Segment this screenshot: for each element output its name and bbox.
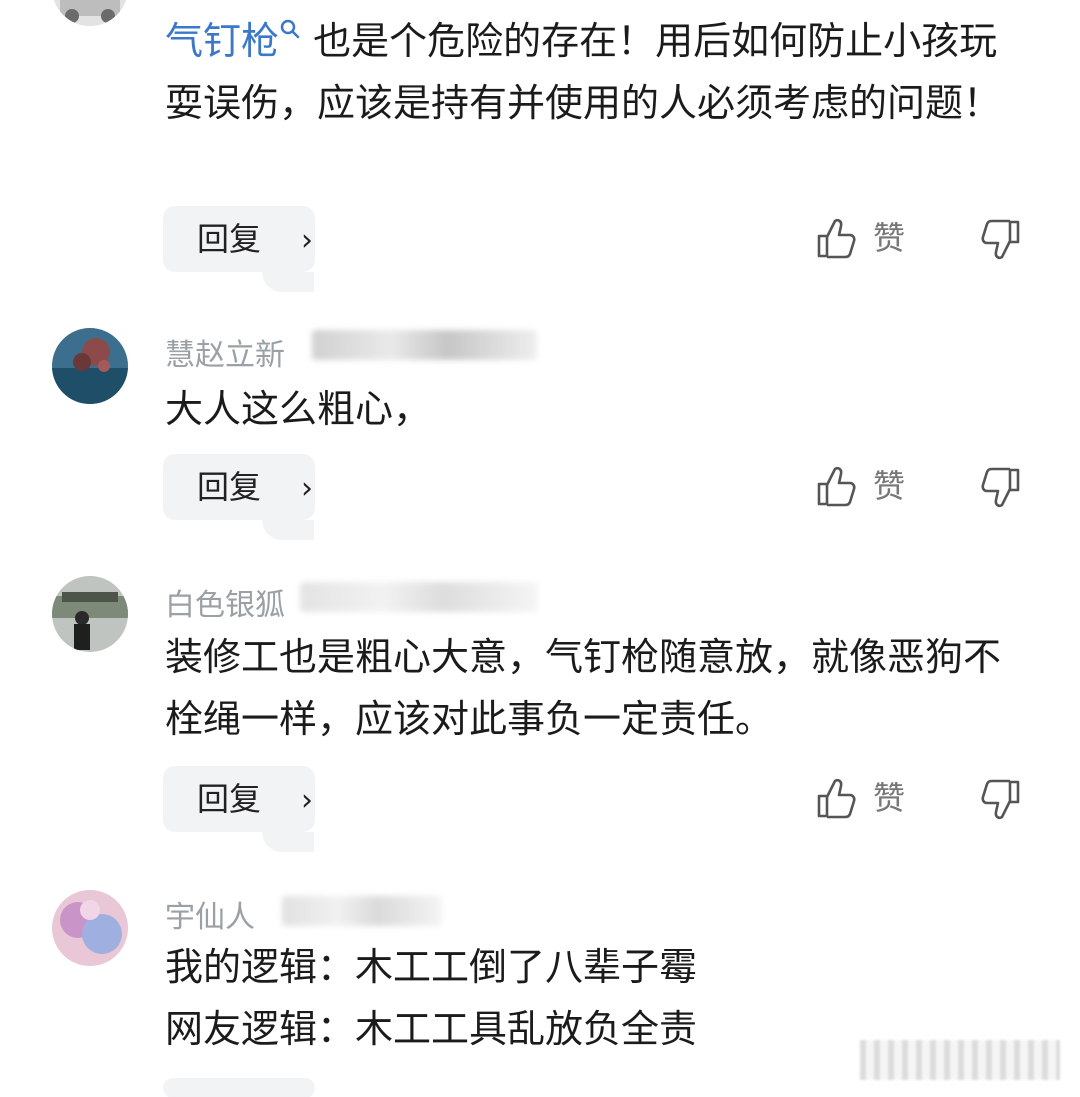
comment-line: 我的逻辑：木工工倒了八辈子霉	[165, 945, 698, 989]
username[interactable]: 慧赵立新	[165, 330, 285, 374]
reply-bubble-tail	[262, 520, 314, 540]
avatar[interactable]	[52, 0, 128, 26]
comment-meta	[312, 330, 537, 360]
chevron-right-icon: ›	[301, 223, 314, 258]
thumbs-up-icon	[817, 218, 856, 259]
search-icon[interactable]	[279, 2, 301, 39]
reply-bubble-tail	[262, 272, 314, 292]
reply-bubble-tail	[262, 832, 314, 852]
thumbs-down-icon[interactable]	[978, 218, 1022, 262]
keyword-link[interactable]: 气钉枪	[165, 19, 279, 63]
comment-feed: 气钉枪 也是个危险的存在！用后如何防止小孩玩耍误伤，应该是持有并使用的人必须考虑…	[0, 0, 1080, 1097]
avatar[interactable]	[52, 890, 128, 966]
avatar[interactable]	[52, 576, 128, 652]
comment-text: 大人这么粗心，	[165, 387, 432, 431]
reply-button[interactable]: 回复 ›	[163, 454, 315, 520]
like-label: 赞	[873, 467, 906, 505]
comment-text: 气钉枪 也是个危险的存在！用后如何防止小孩玩耍误伤，应该是持有并使用的人必须考虑…	[165, 2, 1025, 134]
thumbs-up-icon	[817, 778, 856, 819]
comment-meta	[300, 582, 538, 612]
comment-actions: 回复 › 赞	[0, 766, 1080, 852]
thumbs-up-icon	[817, 466, 856, 507]
chevron-right-icon: ›	[301, 471, 314, 506]
like-label: 赞	[873, 779, 906, 817]
reply-label: 回复	[197, 220, 262, 258]
thumbs-down-icon[interactable]	[978, 778, 1022, 822]
thumbs-down-icon[interactable]	[978, 466, 1022, 510]
comment-actions: 回复 › 赞	[0, 206, 1080, 292]
reply-button[interactable]: 回复 ›	[163, 206, 315, 272]
watermark-smudge	[860, 1040, 1060, 1080]
username[interactable]: 白色银狐	[165, 580, 285, 624]
comment-meta	[282, 896, 442, 926]
username[interactable]: 宇仙人	[165, 892, 255, 936]
avatar[interactable]	[52, 328, 128, 404]
comment-text: 装修工也是粗心大意，气钉枪随意放，就像恶狗不栓绳一样，应该对此事负一定责任。	[165, 635, 1002, 741]
reply-button[interactable]: 回复 ›	[163, 766, 315, 832]
chevron-right-icon: ›	[301, 783, 314, 818]
like-label: 赞	[873, 219, 906, 257]
reply-label: 回复	[197, 780, 262, 818]
comment-actions: 回复 › 赞	[0, 454, 1080, 540]
reply-label: 回复	[197, 468, 262, 506]
reply-button[interactable]	[163, 1078, 315, 1097]
